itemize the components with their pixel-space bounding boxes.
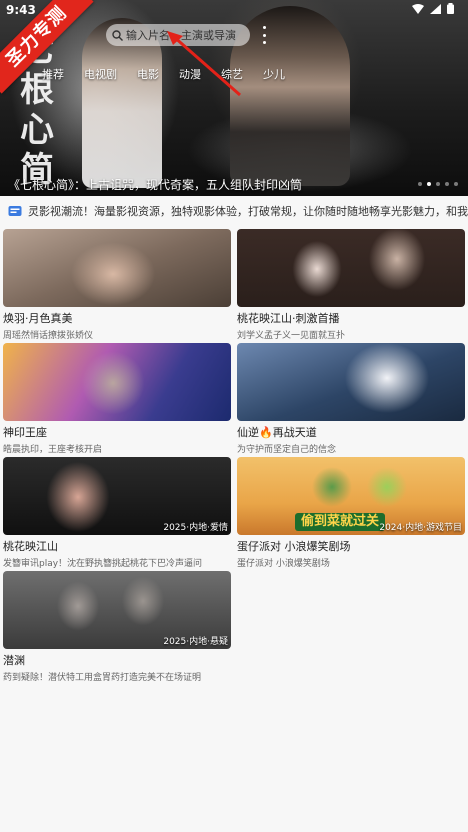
carousel-dot-active[interactable] bbox=[427, 182, 431, 186]
video-title: 桃花映江山 bbox=[3, 540, 58, 553]
video-card[interactable]: 神印王座 皓晨执印，王座考核开启 bbox=[3, 343, 231, 455]
video-meta-badge: 2025·内地·悬疑 bbox=[163, 637, 228, 647]
video-meta-badge: 2024·内地·游戏节目 bbox=[379, 523, 462, 533]
app-screen: 七根心简 9:43 圣力专测 推荐 电视剧 电影 动漫 综艺 少儿 bbox=[0, 0, 468, 832]
announcement-bar[interactable]: 灵影视潮流！海量影视资源，独特观影体验，打破常规，让你随时随地畅享光影魅力，和我 bbox=[0, 200, 468, 222]
video-thumbnail[interactable]: 偷到菜就过关 2024·内地·游戏节目 bbox=[237, 457, 465, 535]
video-card[interactable]: 2025·内地·爱情 桃花映江山 发簪审讯play！沈在野执簪挑起桃花下巴冷声逼… bbox=[3, 457, 231, 569]
hero-banner[interactable]: 七根心简 9:43 圣力专测 推荐 电视剧 电影 动漫 综艺 少儿 bbox=[0, 0, 468, 196]
category-tabs: 推荐 电视剧 电影 动漫 综艺 少儿 bbox=[32, 66, 295, 82]
tab-recommend[interactable]: 推荐 bbox=[32, 66, 74, 82]
video-title: 仙逆🔥再战天道 bbox=[237, 426, 317, 439]
video-title: 桃花映江山·刺激首播 bbox=[237, 312, 340, 325]
video-subtitle: 发簪审讯play！沈在野执簪挑起桃花下巴冷声逼问 bbox=[3, 559, 203, 569]
announcement-text: 灵影视潮流！海量影视资源，独特观影体验，打破常规，让你随时随地畅享光影魅力，和我 bbox=[28, 205, 468, 218]
carousel-dot[interactable] bbox=[418, 182, 422, 186]
video-title: 蛋仔派对 小浪爆笑剧场 bbox=[237, 540, 351, 553]
video-thumbnail[interactable] bbox=[3, 343, 231, 421]
video-thumbnail[interactable] bbox=[237, 229, 465, 307]
video-thumbnail[interactable] bbox=[237, 343, 465, 421]
video-thumbnail[interactable]: 2025·内地·悬疑 bbox=[3, 571, 231, 649]
video-thumbnail[interactable] bbox=[3, 229, 231, 307]
thumbnail-banner-text: 偷到菜就过关 bbox=[295, 513, 386, 531]
content-grid: 焕羽·月色真美 周瑶然悄话撩拨张娇仪 桃花映江山·刺激首播 刘学义孟子义一见面就… bbox=[3, 229, 465, 683]
carousel-indicator bbox=[418, 182, 458, 186]
battery-icon bbox=[447, 3, 454, 14]
tab-kids[interactable]: 少儿 bbox=[253, 66, 295, 82]
video-meta-badge: 2025·内地·爱情 bbox=[163, 523, 228, 533]
carousel-dot[interactable] bbox=[454, 182, 458, 186]
video-title: 潜渊 bbox=[3, 654, 25, 667]
carousel-dot[interactable] bbox=[445, 182, 449, 186]
video-title: 神印王座 bbox=[3, 426, 47, 439]
announcement-icon bbox=[8, 206, 22, 216]
video-subtitle: 为守护而坚定自己的信念 bbox=[237, 445, 337, 455]
video-thumbnail[interactable]: 2025·内地·爱情 bbox=[3, 457, 231, 535]
video-title: 焕羽·月色真美 bbox=[3, 312, 73, 325]
video-card[interactable]: 焕羽·月色真美 周瑶然悄话撩拨张娇仪 bbox=[3, 229, 231, 341]
hero-caption: 《七根心简》：上古诅咒，现代奇案，五人组队封印凶筒 bbox=[8, 178, 303, 192]
video-subtitle: 皓晨执印，王座考核开启 bbox=[3, 445, 103, 455]
video-card[interactable]: 2025·内地·悬疑 潜渊 药到疑除！潜伏特工用盒胃药打造完美不在场证明 bbox=[3, 571, 231, 683]
wifi-icon bbox=[412, 3, 424, 14]
tab-movies[interactable]: 电影 bbox=[127, 66, 169, 82]
video-card[interactable]: 桃花映江山·刺激首播 刘学义孟子义一见面就互扑 bbox=[237, 229, 465, 341]
video-card[interactable]: 仙逆🔥再战天道 为守护而坚定自己的信念 bbox=[237, 343, 465, 455]
video-subtitle: 蛋仔派对 小浪爆笑剧场 bbox=[237, 559, 330, 569]
status-icons bbox=[412, 3, 454, 14]
signal-icon bbox=[430, 3, 441, 14]
video-subtitle: 周瑶然悄话撩拨张娇仪 bbox=[3, 331, 94, 341]
annotation-arrow-icon bbox=[167, 31, 241, 97]
status-time: 9:43 bbox=[6, 3, 36, 17]
tab-tv-series[interactable]: 电视剧 bbox=[74, 66, 127, 82]
search-icon bbox=[112, 29, 123, 41]
video-subtitle: 药到疑除！潜伏特工用盒胃药打造完美不在场证明 bbox=[3, 673, 202, 683]
more-menu-icon[interactable] bbox=[258, 26, 270, 44]
video-card[interactable]: 偷到菜就过关 2024·内地·游戏节目 蛋仔派对 小浪爆笑剧场 蛋仔派对 小浪爆… bbox=[237, 457, 465, 569]
carousel-dot[interactable] bbox=[436, 182, 440, 186]
video-subtitle: 刘学义孟子义一见面就互扑 bbox=[237, 331, 346, 341]
